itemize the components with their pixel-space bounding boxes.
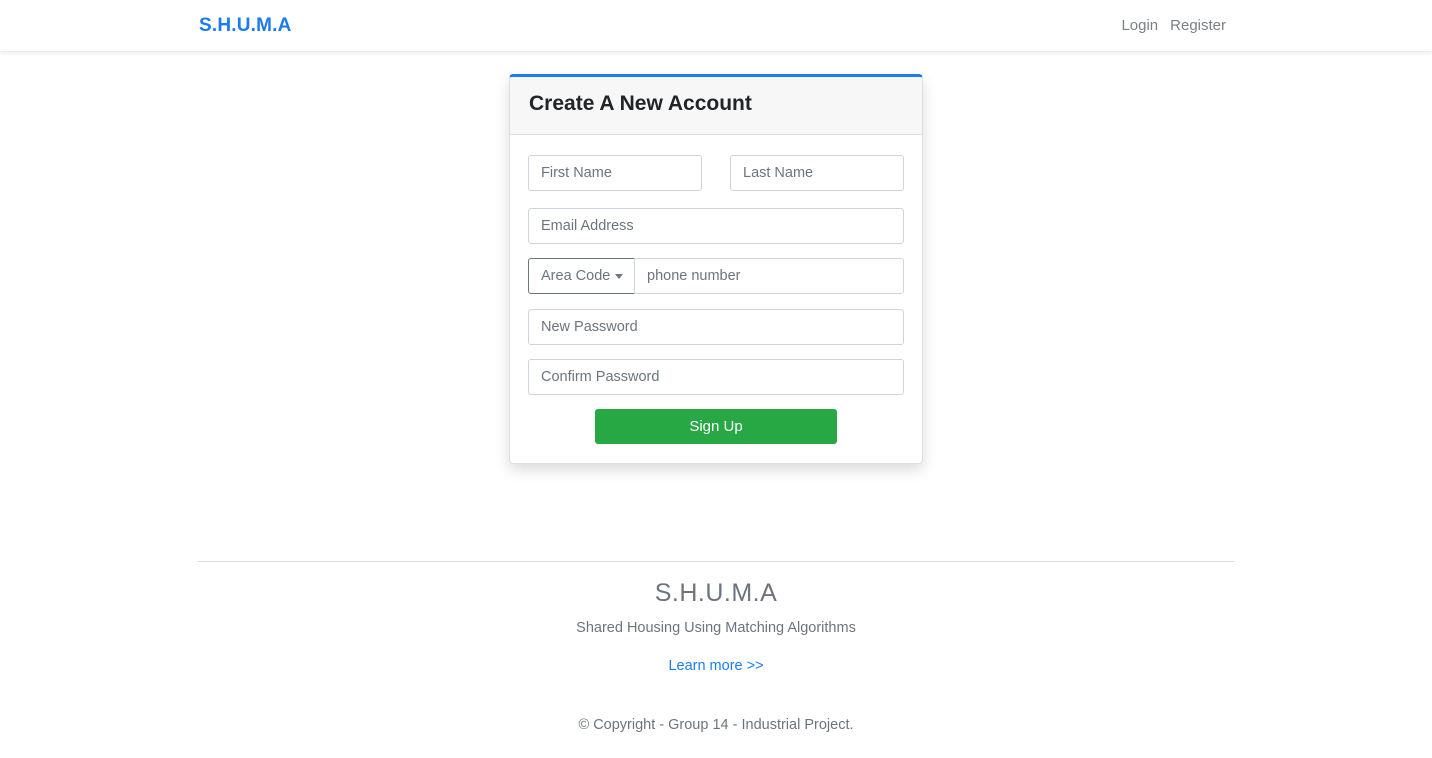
area-code-dropdown[interactable]: Area Code: [528, 258, 635, 294]
footer-title: S.H.U.M.A: [654, 579, 778, 607]
signup-card: Create A New Account Area Code Sign Up: [509, 74, 923, 464]
last-name-input[interactable]: [730, 155, 904, 191]
page-title: Create A New Account: [529, 92, 752, 115]
navbar: S.H.U.M.A Login Register: [0, 0, 1432, 52]
new-password-input[interactable]: [528, 309, 904, 345]
brand-logo-link[interactable]: S.H.U.M.A: [199, 15, 292, 37]
first-name-input[interactable]: [528, 155, 702, 191]
nav-login-link[interactable]: Login: [1121, 17, 1158, 34]
email-input[interactable]: [528, 208, 904, 244]
phone-number-input[interactable]: [634, 258, 904, 294]
card-header: Create A New Account: [510, 77, 922, 135]
footer-link-wrap: Learn more >>: [0, 657, 1432, 675]
copyright-text: © Copyright - Group 14 - Industrial Proj…: [578, 717, 854, 733]
nav-links: Login Register: [1121, 17, 1226, 34]
caret-down-icon: [615, 273, 624, 279]
footer-divider: [198, 561, 1234, 562]
sign-up-button[interactable]: Sign Up: [595, 409, 837, 444]
nav-register-link[interactable]: Register: [1170, 17, 1226, 34]
learn-more-link[interactable]: Learn more >>: [668, 658, 763, 674]
area-code-label: Area Code: [541, 268, 611, 284]
footer-subtitle: Shared Housing Using Matching Algorithms: [576, 620, 856, 636]
confirm-password-input[interactable]: [528, 359, 904, 395]
